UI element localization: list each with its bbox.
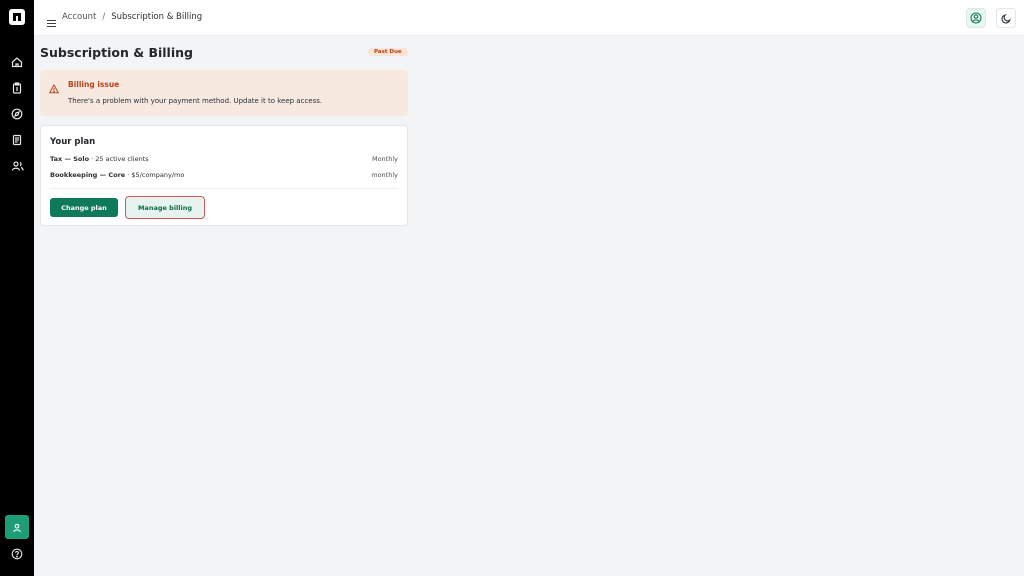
plan-card: Your plan Tax — Solo · 25 active clients… [40, 125, 408, 226]
billing-issue-alert: Billing issue There's a problem with you… [40, 70, 408, 116]
user-icon [12, 518, 22, 537]
plan-item-name: Bookkeeping — Core [50, 171, 126, 179]
home-icon[interactable] [10, 55, 24, 69]
user-account-button[interactable] [5, 515, 29, 539]
users-icon[interactable] [10, 159, 24, 173]
theme-toggle-button[interactable] [996, 8, 1016, 28]
warning-icon [48, 79, 60, 94]
plan-item: Bookkeeping — Core · $5/company/mo month… [50, 171, 398, 179]
help-icon[interactable] [10, 547, 24, 561]
sidebar-rail [0, 0, 34, 576]
breadcrumb: Account / Subscription & Billing [62, 12, 202, 22]
profile-button[interactable] [966, 8, 986, 28]
compass-icon[interactable] [10, 107, 24, 121]
alert-title: Billing issue [68, 80, 120, 89]
plan-item-name: Tax — Solo [50, 155, 90, 163]
plan-item: Tax — Solo · 25 active clients Monthly [50, 155, 398, 163]
profile-icon [970, 9, 982, 28]
app-logo-icon[interactable] [9, 9, 25, 25]
hamburger-menu-icon[interactable] [47, 13, 56, 28]
status-badge: Past Due [368, 48, 408, 56]
manage-billing-button[interactable]: Manage billing [125, 196, 205, 219]
plan-card-divider [50, 188, 398, 189]
breadcrumb-account-link[interactable]: Account [62, 12, 96, 22]
top-bar: Account / Subscription & Billing [34, 0, 1024, 36]
plan-item-description: Tax — Solo · 25 active clients [50, 155, 149, 163]
breadcrumb-current: Subscription & Billing [111, 12, 203, 22]
change-plan-button[interactable]: Change plan [50, 198, 118, 217]
plan-item-cycle: Monthly [371, 155, 398, 163]
alert-message: There's a problem with your payment meth… [68, 97, 323, 105]
plan-card-title: Your plan [50, 137, 96, 147]
moon-icon [1000, 9, 1012, 28]
top-actions [966, 8, 1016, 28]
plan-item-detail: · 25 active clients [89, 155, 149, 163]
clipboard-icon[interactable] [10, 81, 24, 95]
plan-item-detail: · $5/company/mo [125, 171, 185, 179]
plan-item-cycle: monthly [371, 171, 398, 179]
document-icon[interactable] [10, 133, 24, 147]
page-title: Subscription & Billing [40, 45, 193, 60]
breadcrumb-separator: / [102, 12, 106, 22]
plan-item-description: Bookkeeping — Core · $5/company/mo [50, 171, 184, 179]
